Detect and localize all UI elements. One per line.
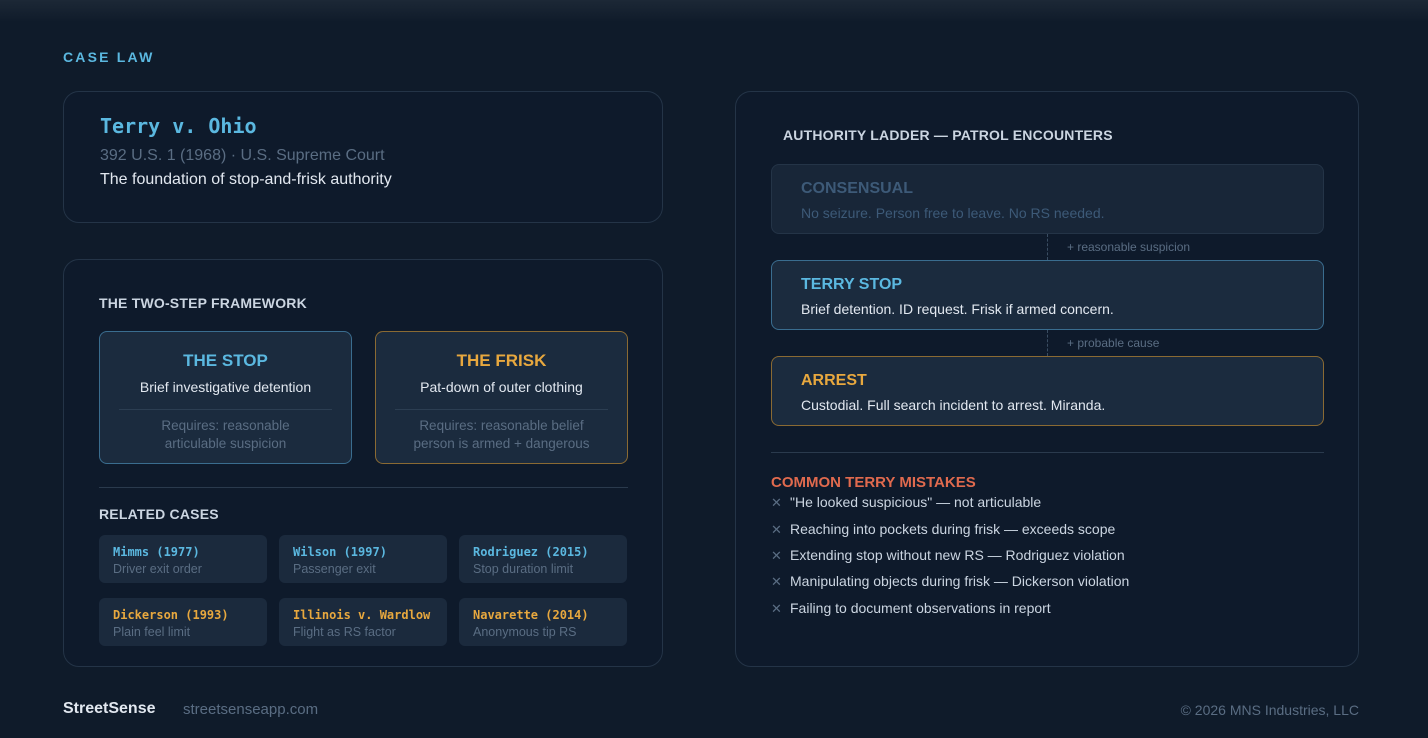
mistakes-heading: COMMON TERRY MISTAKES	[771, 474, 976, 491]
related-case-subtitle: Stop duration limit	[473, 562, 574, 576]
frisk-requirement-line1: Requires: reasonable belief	[419, 418, 584, 433]
stop-description: Brief investigative detention	[139, 379, 312, 395]
stop-requirement: Requires: reasonable articulable suspici…	[110, 417, 341, 453]
rung-title: ARREST	[801, 372, 867, 389]
case-hero-card: Terry v. Ohio 392 U.S. 1 (1968) · U.S. S…	[63, 91, 663, 223]
site-link[interactable]: streetsenseapp.com	[183, 701, 318, 718]
rung-description: Custodial. Full search incident to arres…	[801, 397, 1106, 413]
related-case-card[interactable]: Illinois v. Wardlow Flight as RS factor	[279, 598, 447, 646]
frisk-separator	[395, 409, 608, 410]
related-case-card[interactable]: Wilson (1997) Passenger exit	[279, 535, 447, 583]
mistake-text: Manipulating objects during frisk — Dick…	[790, 573, 1130, 589]
x-icon: ✕	[771, 574, 782, 589]
copyright-text: © 2026 MNS Industries, LLC	[1180, 702, 1359, 718]
ladder-connector	[1047, 234, 1048, 260]
related-case-name: Mimms (1977)	[113, 545, 200, 559]
x-icon: ✕	[771, 495, 782, 510]
x-icon: ✕	[771, 548, 782, 563]
stop-requirement-line2: articulable suspicion	[164, 436, 287, 451]
x-icon: ✕	[771, 601, 782, 616]
framework-heading: THE TWO-STEP FRAMEWORK	[99, 295, 307, 311]
related-case-subtitle: Anonymous tip RS	[473, 625, 577, 639]
frisk-requirement: Requires: reasonable belief person is ar…	[386, 417, 617, 453]
x-icon: ✕	[771, 522, 782, 537]
ladder-rung-consensual: CONSENSUAL No seizure. Person free to le…	[771, 164, 1324, 234]
mistake-text: Reaching into pockets during frisk — exc…	[790, 521, 1116, 537]
rung-title: CONSENSUAL	[801, 180, 914, 197]
related-case-card[interactable]: Dickerson (1993) Plain feel limit	[99, 598, 267, 646]
connector-label: + probable cause	[1067, 336, 1160, 350]
related-case-card[interactable]: Navarette (2014) Anonymous tip RS	[459, 598, 627, 646]
related-case-name: Illinois v. Wardlow	[293, 608, 431, 622]
stop-requirement-line1: Requires: reasonable	[161, 418, 290, 433]
related-case-subtitle: Driver exit order	[113, 562, 202, 576]
framework-card: THE TWO-STEP FRAMEWORK THE STOP Brief in…	[63, 259, 663, 667]
ladder-connector	[1047, 330, 1048, 356]
mistake-item: ✕ "He looked suspicious" — not articulabl…	[771, 494, 1041, 511]
mistake-text: Failing to document observations in repo…	[790, 600, 1051, 616]
related-case-subtitle: Flight as RS factor	[293, 625, 396, 639]
related-cases-heading: RELATED CASES	[99, 506, 219, 522]
ladder-rung-terry-stop: TERRY STOP Brief detention. ID request. …	[771, 260, 1324, 330]
related-case-subtitle: Passenger exit	[293, 562, 376, 576]
mistake-item: ✕ Failing to document observations in rep…	[771, 600, 1051, 617]
mistake-item: ✕ Reaching into pockets during frisk — ex…	[771, 521, 1115, 538]
related-case-name: Dickerson (1993)	[113, 608, 229, 622]
frisk-description: Pat-down of outer clothing	[420, 379, 583, 395]
rung-description: Brief detention. ID request. Frisk if ar…	[801, 301, 1114, 317]
rung-title: TERRY STOP	[801, 276, 903, 293]
frisk-requirement-line2: person is armed + dangerous	[413, 436, 590, 451]
stop-title: THE STOP	[183, 351, 268, 370]
related-case-card[interactable]: Mimms (1977) Driver exit order	[99, 535, 267, 583]
case-description: The foundation of stop-and-frisk authori…	[100, 171, 392, 188]
related-case-subtitle: Plain feel limit	[113, 625, 191, 639]
mistake-item: ✕ Manipulating objects during frisk — Dic…	[771, 573, 1129, 590]
stop-separator	[119, 409, 332, 410]
related-case-name: Navarette (2014)	[473, 608, 589, 622]
ladder-divider	[771, 452, 1324, 453]
section-eyebrow: CASE LAW	[63, 49, 155, 65]
related-case-name: Wilson (1997)	[293, 545, 387, 559]
mistake-text: Extending stop without new RS — Rodrigue…	[790, 547, 1125, 563]
mistake-item: ✕ Extending stop without new RS — Rodrigu…	[771, 547, 1125, 564]
top-shade	[0, 0, 1428, 22]
case-citation: 392 U.S. 1 (1968) · U.S. Supreme Court	[100, 147, 385, 164]
authority-ladder-card: AUTHORITY LADDER — PATROL ENCOUNTERS CON…	[735, 91, 1359, 667]
framework-divider	[99, 487, 628, 488]
stop-step-box: THE STOP Brief investigative detention R…	[99, 331, 352, 464]
rung-description: No seizure. Person free to leave. No RS …	[801, 205, 1105, 221]
ladder-heading: AUTHORITY LADDER — PATROL ENCOUNTERS	[783, 127, 1113, 143]
related-case-name: Rodriguez (2015)	[473, 545, 589, 559]
frisk-step-box: THE FRISK Pat-down of outer clothing Req…	[375, 331, 628, 464]
case-title: Terry v. Ohio	[100, 114, 257, 138]
brand-name: StreetSense	[63, 700, 156, 717]
related-case-card[interactable]: Rodriguez (2015) Stop duration limit	[459, 535, 627, 583]
mistake-text: "He looked suspicious" — not articulable	[790, 494, 1042, 510]
frisk-title: THE FRISK	[456, 351, 547, 370]
connector-label: + reasonable suspicion	[1067, 240, 1191, 254]
ladder-rung-arrest: ARREST Custodial. Full search incident t…	[771, 356, 1324, 426]
